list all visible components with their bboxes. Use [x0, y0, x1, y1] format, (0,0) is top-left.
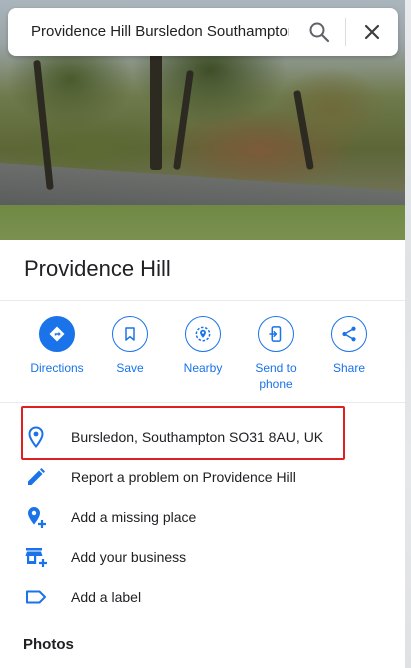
- nearby-icon: [185, 316, 221, 352]
- directions-label: Directions: [30, 361, 84, 375]
- search-input[interactable]: Providence Hill Bursledon Southampton: [31, 23, 289, 40]
- nearby-label: Nearby: [183, 361, 223, 375]
- add-missing-place-row[interactable]: Add a missing place: [0, 497, 405, 537]
- divider: [0, 402, 405, 403]
- add-business-icon: [24, 545, 48, 569]
- photo-tree: [150, 50, 162, 170]
- photos-heading: Photos: [23, 636, 74, 653]
- save-label: Save: [116, 361, 144, 375]
- search-icon[interactable]: [307, 20, 331, 44]
- send-to-phone-button[interactable]: Send to phone: [240, 316, 312, 392]
- search-bar: Providence Hill Bursledon Southampton: [8, 8, 398, 56]
- send-to-phone-icon: [258, 316, 294, 352]
- directions-button[interactable]: Directions: [21, 316, 93, 376]
- photo-tree: [293, 89, 314, 171]
- directions-icon: [39, 316, 75, 352]
- label-icon: [24, 585, 48, 609]
- place-title: Providence Hill: [24, 256, 171, 281]
- divider: [0, 300, 405, 301]
- add-business-text: Add your business: [71, 549, 187, 565]
- add-label-text: Add a label: [71, 589, 142, 605]
- share-button[interactable]: Share: [313, 316, 385, 376]
- share-label: Share: [332, 361, 366, 375]
- add-missing-place-text: Add a missing place: [71, 509, 197, 525]
- search-divider: [345, 18, 346, 46]
- add-label-row[interactable]: Add a label: [0, 577, 405, 617]
- bookmark-icon: [112, 316, 148, 352]
- photo-grass: [0, 205, 405, 240]
- map-edge[interactable]: [405, 0, 411, 668]
- place-panel: Providence Hill Bursledon Southampton Pr…: [0, 0, 405, 668]
- photo-tree: [173, 69, 194, 171]
- nearby-button[interactable]: Nearby: [167, 316, 239, 376]
- save-button[interactable]: Save: [94, 316, 166, 376]
- report-problem-text: Report a problem on Providence Hill: [71, 469, 296, 485]
- edit-pencil-icon: [24, 465, 48, 489]
- add-business-row[interactable]: Add your business: [0, 537, 405, 577]
- send-to-phone-label: Send to phone: [255, 361, 297, 391]
- highlight-box: [21, 406, 345, 460]
- close-icon[interactable]: [360, 20, 384, 44]
- report-problem-row[interactable]: Report a problem on Providence Hill: [0, 457, 405, 497]
- share-icon: [331, 316, 367, 352]
- add-place-icon: [24, 505, 48, 529]
